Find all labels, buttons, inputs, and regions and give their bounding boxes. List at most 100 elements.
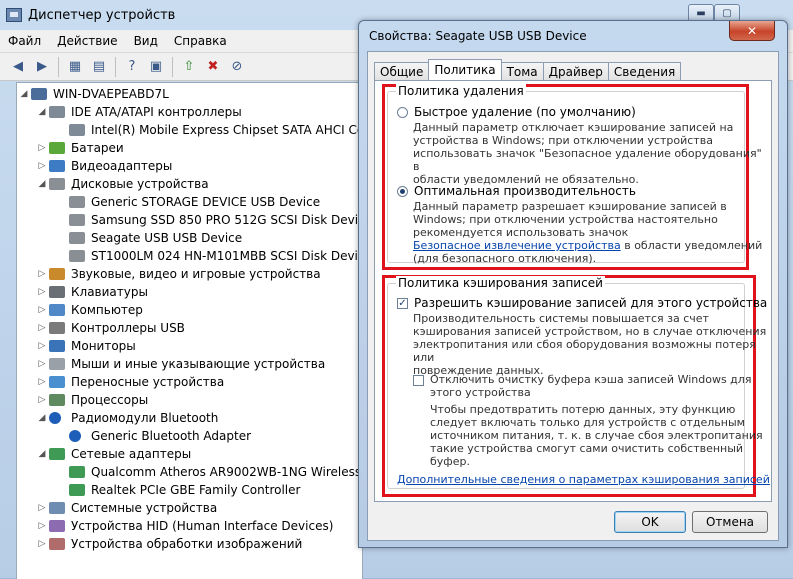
- driver-icon[interactable]: ▣: [146, 57, 166, 77]
- expand-icon[interactable]: ▷: [37, 143, 47, 153]
- tree-category-item[interactable]: ▷ Контроллеры USB: [37, 319, 185, 337]
- tree-category-item[interactable]: ▷ Переносные устройства: [37, 373, 225, 391]
- expand-icon[interactable]: ▷: [37, 323, 47, 333]
- forward-icon[interactable]: ▶: [32, 57, 52, 77]
- tree-category-item[interactable]: ◢ Сетевые адаптеры: [37, 445, 192, 463]
- removal-policy-title: Политика удаления: [396, 84, 526, 98]
- safely-remove-link[interactable]: Безопасное извлечение устройства: [413, 239, 621, 252]
- tree-category-item[interactable]: ▷ Устройства обработки изображений: [37, 535, 303, 553]
- tree-category-item[interactable]: ▷ Компьютер: [37, 301, 143, 319]
- back-icon[interactable]: ◀: [8, 57, 28, 77]
- uninstall-icon[interactable]: ✖: [203, 57, 223, 77]
- turn-off-flushing-option[interactable]: Отключить очистку буфера кэша записей Wi…: [413, 373, 751, 399]
- tree-item-label: Устройства HID (Human Interface Devices): [71, 519, 334, 533]
- quick-removal-description: Данный параметр отключает кэширование за…: [413, 121, 771, 186]
- expand-icon[interactable]: ▷: [37, 395, 47, 405]
- refresh-icon[interactable]: ▤: [89, 57, 109, 77]
- display-adapter-icon: [49, 160, 65, 172]
- desc-line: Безопасное извлечение устройства в облас…: [413, 239, 762, 252]
- tree-category-item[interactable]: ◢ IDE ATA/ATAPI контроллеры: [37, 103, 242, 121]
- better-performance-radio[interactable]: [397, 185, 408, 197]
- expand-icon[interactable]: ▷: [37, 161, 47, 171]
- tree-item-label: Qualcomm Atheros AR9002WB-1NG Wireless N…: [91, 465, 362, 479]
- tree-device-item[interactable]: Seagate USB USB Device: [57, 229, 242, 247]
- tab-volumes[interactable]: Тома: [500, 62, 544, 80]
- expand-icon[interactable]: ▷: [37, 503, 47, 513]
- keyboard-icon: [49, 286, 65, 298]
- tab-strip: Общие Политика Тома Драйвер Сведения: [374, 59, 682, 80]
- help-icon[interactable]: ?: [122, 57, 142, 77]
- collapse-icon[interactable]: ◢: [37, 107, 47, 117]
- tree-category-item[interactable]: ▷ Звуковые, видео и игровые устройства: [37, 265, 321, 283]
- tree-category-item[interactable]: ▷ Клавиатуры: [37, 283, 148, 301]
- desc-line: устройства в Windows; при отключении уст…: [413, 134, 713, 147]
- tab-policies[interactable]: Политика: [428, 59, 502, 80]
- tree-category-item[interactable]: ▷ Процессоры: [37, 391, 149, 409]
- turn-off-flushing-checkbox[interactable]: [413, 375, 424, 386]
- disable-icon[interactable]: ⊘: [227, 57, 247, 77]
- write-cache-policy-title: Политика кэширования записей: [396, 276, 605, 290]
- tree-category-item[interactable]: ▷ Батареи: [37, 139, 124, 157]
- expand-icon[interactable]: ▷: [37, 305, 47, 315]
- desc-line: Данный параметр отключает кэширование за…: [413, 121, 734, 134]
- tree-item-label: Клавиатуры: [71, 285, 148, 299]
- expand-icon[interactable]: ▷: [37, 287, 47, 297]
- device-tree[interactable]: ◢ WIN-DVAEPEABD7L ◢ IDE ATA/ATAPI контролле…: [16, 82, 363, 579]
- expand-icon[interactable]: ▷: [37, 359, 47, 369]
- enable-write-cache-checkbox[interactable]: ✓: [397, 297, 408, 309]
- tree-category-item[interactable]: ▷ Мыши и иные указывающие устройства: [37, 355, 326, 373]
- menu-view[interactable]: Вид: [126, 34, 166, 48]
- cancel-button[interactable]: Отмена: [692, 511, 768, 533]
- write-cache-more-info-link[interactable]: Дополнительные сведения о параметрах кэш…: [397, 473, 770, 486]
- tree-device-item[interactable]: Intel(R) Mobile Express Chipset SATA AHC…: [57, 121, 362, 139]
- quick-removal-option[interactable]: Быстрое удаление (по умолчанию): [397, 105, 636, 119]
- tree-device-item[interactable]: Samsung SSD 850 PRO 512G SCSI Disk Devic…: [57, 211, 363, 229]
- tree-category-item[interactable]: ▷ Устройства HID (Human Interface Devices…: [37, 517, 334, 535]
- menu-help[interactable]: Справка: [166, 34, 235, 48]
- properties-icon[interactable]: ▦: [65, 57, 85, 77]
- tree-category-item[interactable]: ▷ Видеоадаптеры: [37, 157, 173, 175]
- tree-category-item[interactable]: ◢ Дисковые устройства: [37, 175, 209, 193]
- policies-panel: Политика удаления Быстрое удаление (по у…: [374, 80, 772, 502]
- close-button[interactable]: ✕: [729, 21, 775, 41]
- collapse-icon[interactable]: ◢: [19, 89, 29, 99]
- quick-removal-radio[interactable]: [397, 106, 408, 118]
- expand-icon[interactable]: ▷: [37, 521, 47, 531]
- menu-file[interactable]: Файл: [0, 34, 49, 48]
- tab-details[interactable]: Сведения: [607, 62, 682, 80]
- collapse-icon[interactable]: ◢: [37, 413, 47, 423]
- tree-item-label: WIN-DVAEPEABD7L: [53, 87, 169, 101]
- tree-device-item[interactable]: Qualcomm Atheros AR9002WB-1NG Wireless N…: [57, 463, 362, 481]
- desc-line: следует включать только для устройств с …: [430, 416, 745, 429]
- tree-device-item[interactable]: Realtek PCIe GBE Family Controller: [57, 481, 300, 499]
- tree-item-label: Звуковые, видео и игровые устройства: [71, 267, 321, 281]
- ok-button[interactable]: OK: [614, 511, 686, 533]
- disk-drive-icon: [69, 214, 85, 226]
- tree-category-item[interactable]: ▷ Мониторы: [37, 337, 136, 355]
- tab-general[interactable]: Общие: [374, 62, 430, 80]
- tree-category-item[interactable]: ▷ Системные устройства: [37, 499, 218, 517]
- tree-device-item[interactable]: Generic Bluetooth Adapter: [57, 427, 251, 445]
- better-performance-option[interactable]: Оптимальная производительность: [397, 184, 636, 198]
- expand-icon[interactable]: ▷: [37, 341, 47, 351]
- tree-item-label: Процессоры: [71, 393, 149, 407]
- tree-device-item[interactable]: ST1000LM 024 HN-M101MBB SCSI Disk Device: [57, 247, 362, 265]
- collapse-icon[interactable]: ◢: [37, 179, 47, 189]
- tree-category-item[interactable]: ◢ Радиомодули Bluetooth: [37, 409, 219, 427]
- tree-item-label: Generic Bluetooth Adapter: [91, 429, 252, 443]
- bluetooth-icon: [69, 430, 81, 442]
- enable-write-cache-option[interactable]: ✓ Разрешить кэширование записей для этог…: [397, 296, 767, 310]
- expand-icon[interactable]: ▷: [37, 269, 47, 279]
- device-manager-icon: [6, 8, 22, 22]
- expand-icon[interactable]: ▷: [37, 539, 47, 549]
- update-driver-icon[interactable]: ⇧: [179, 57, 199, 77]
- tab-driver[interactable]: Драйвер: [542, 62, 609, 80]
- tree-item-label: Samsung SSD 850 PRO 512G SCSI Disk Devic…: [91, 213, 363, 227]
- expand-icon[interactable]: ▷: [37, 377, 47, 387]
- tree-device-item[interactable]: Generic STORAGE DEVICE USB Device: [57, 193, 320, 211]
- tree-item-label: Дисковые устройства: [71, 177, 209, 191]
- tree-root-item[interactable]: ◢ WIN-DVAEPEABD7L: [19, 85, 169, 103]
- collapse-icon[interactable]: ◢: [37, 449, 47, 459]
- menu-action[interactable]: Действие: [49, 34, 125, 48]
- network-adapter-icon: [69, 466, 85, 478]
